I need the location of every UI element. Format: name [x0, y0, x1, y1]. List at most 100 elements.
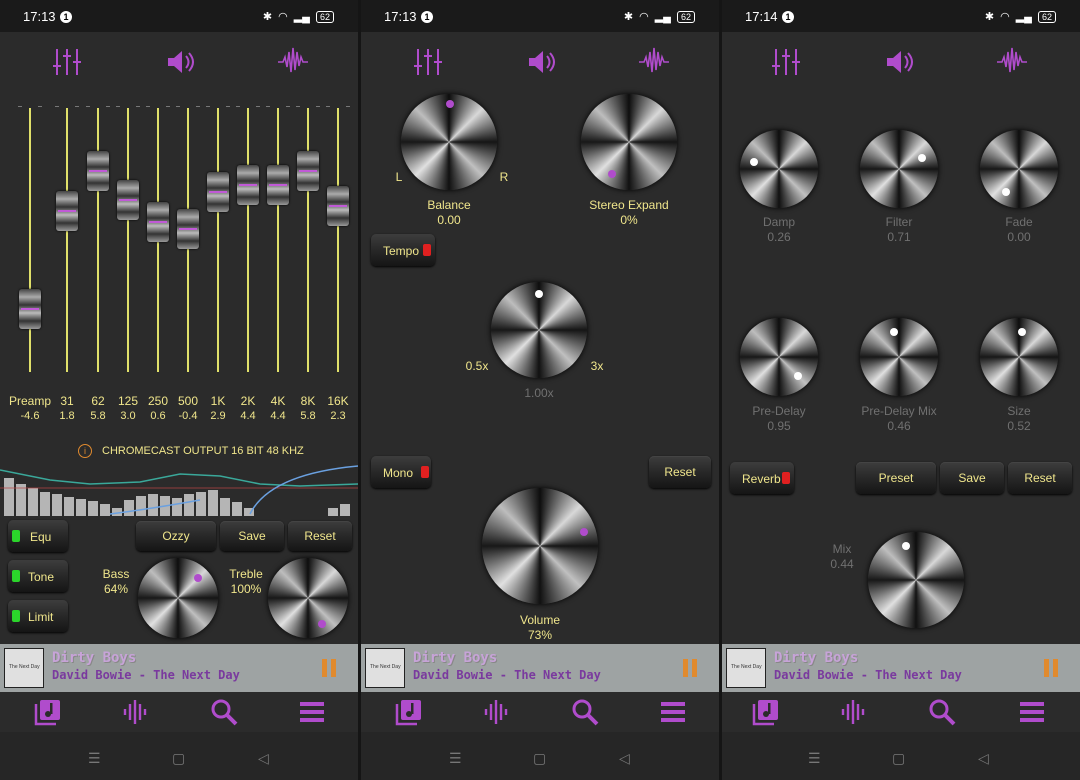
home-icon[interactable]: ▢ — [172, 750, 185, 767]
pre-delay-knob[interactable] — [740, 318, 818, 396]
mini-player[interactable]: The Next Day Dirty Boys David Bowie - Th… — [361, 644, 719, 692]
album-cover[interactable]: The Next Day — [365, 648, 405, 688]
eq-slider-tick — [86, 106, 90, 107]
eq-slider-tick — [236, 106, 240, 107]
search-icon[interactable] — [928, 698, 956, 726]
eq-slider-thumb-6[interactable] — [207, 172, 229, 213]
tempo-label: Tempo — [383, 244, 420, 258]
eq-slider-thumb-5[interactable] — [177, 209, 199, 250]
album-cover[interactable]: The Next Day — [726, 648, 766, 688]
bass-knob[interactable] — [138, 558, 218, 638]
eq-slider-thumb-8[interactable] — [267, 164, 289, 205]
library-icon[interactable] — [752, 698, 780, 726]
eq-slider-track-9[interactable] — [307, 108, 309, 372]
waveform-icon[interactable] — [277, 46, 309, 78]
pause-icon[interactable] — [322, 659, 336, 677]
damp-knob[interactable] — [740, 130, 818, 208]
speaker-icon[interactable] — [883, 46, 915, 78]
pre-delay-mix-knob[interactable] — [860, 318, 938, 396]
back-icon[interactable]: ◁ — [978, 750, 989, 767]
volume-knob[interactable] — [482, 488, 598, 604]
status-time: 17:13 — [23, 9, 56, 24]
album-cover[interactable]: The Next Day — [4, 648, 44, 688]
eq-preset-button[interactable]: Ozzy — [136, 521, 216, 551]
filter-knob[interactable] — [860, 130, 938, 208]
balance-label: Balance — [427, 198, 471, 212]
recents-icon[interactable]: ☰ — [449, 750, 462, 767]
waveform-icon[interactable] — [638, 46, 670, 78]
eq-slider-thumb-7[interactable] — [237, 164, 259, 205]
reverb-toggle[interactable]: Reverb — [730, 462, 794, 494]
battery-icon: 62 — [676, 10, 695, 23]
tempo-knob[interactable] — [491, 282, 587, 378]
library-icon[interactable] — [395, 698, 423, 726]
mini-player[interactable]: The Next Day Dirty Boys David Bowie - Th… — [722, 644, 1080, 692]
treble-knob[interactable] — [268, 558, 348, 638]
menu-icon[interactable] — [1018, 698, 1046, 726]
fade-knob[interactable] — [980, 130, 1058, 208]
eq-slider-thumb-3[interactable] — [117, 180, 139, 221]
size-knob[interactable] — [980, 318, 1058, 396]
eq-slider-thumb-9[interactable] — [297, 151, 319, 192]
balance-knob[interactable] — [401, 94, 497, 190]
equalizer-sliders-icon[interactable] — [51, 46, 83, 78]
recents-icon[interactable]: ☰ — [88, 750, 101, 767]
mini-player[interactable]: The Next Day Dirty Boys David Bowie - Th… — [0, 644, 358, 692]
tempo-toggle[interactable]: Tempo — [371, 234, 435, 266]
sound-reset-button[interactable]: Reset — [649, 456, 711, 488]
eq-slider-tick — [146, 106, 150, 107]
eq-slider-thumb-4[interactable] — [147, 201, 169, 242]
back-icon[interactable]: ◁ — [619, 750, 630, 767]
reverb-preset-button[interactable]: Preset — [856, 462, 936, 494]
eq-reset-button[interactable]: Reset — [288, 521, 352, 551]
bass-value: 64% — [103, 582, 129, 596]
stereo-expand-knob[interactable] — [581, 94, 677, 190]
speaker-icon[interactable] — [525, 46, 557, 78]
pause-icon[interactable] — [683, 659, 697, 677]
eq-slider-tick — [136, 106, 140, 107]
eq-slider-track-1[interactable] — [66, 108, 68, 372]
eq-slider-thumb-1[interactable] — [56, 190, 78, 231]
eq-slider-track-3[interactable] — [127, 108, 129, 372]
reverb-save-button[interactable]: Save — [940, 462, 1004, 494]
eq-slider-thumb-2[interactable] — [87, 151, 109, 192]
status-time: 17:13 — [384, 9, 417, 24]
waveform-icon[interactable] — [996, 46, 1028, 78]
mono-toggle[interactable]: Mono — [371, 456, 431, 488]
visualizer-icon[interactable] — [122, 698, 150, 726]
visualizer-icon[interactable] — [483, 698, 511, 726]
eq-slider-track-8[interactable] — [277, 108, 279, 372]
eq-slider-thumb-0[interactable] — [19, 288, 41, 329]
visualizer-icon[interactable] — [840, 698, 868, 726]
eq-slider-track-6[interactable] — [217, 108, 219, 372]
eq-slider-thumb-10[interactable] — [327, 185, 349, 226]
mix-knob[interactable] — [868, 532, 964, 628]
search-icon[interactable] — [210, 698, 238, 726]
top-nav — [361, 32, 719, 90]
reverb-reset-button[interactable]: Reset — [1008, 462, 1072, 494]
library-icon[interactable] — [34, 698, 62, 726]
equalizer-sliders-icon[interactable] — [770, 46, 802, 78]
eq-slider-track-7[interactable] — [247, 108, 249, 372]
eq-slider-track-10[interactable] — [337, 108, 339, 372]
limit-toggle[interactable]: Limit — [8, 600, 68, 632]
eq-slider-track-0[interactable] — [29, 108, 31, 372]
menu-icon[interactable] — [298, 698, 326, 726]
menu-icon[interactable] — [659, 698, 687, 726]
home-icon[interactable]: ▢ — [533, 750, 546, 767]
eq-slider-track-2[interactable] — [97, 108, 99, 372]
back-icon[interactable]: ◁ — [258, 750, 269, 767]
top-nav — [0, 32, 358, 90]
recents-icon[interactable]: ☰ — [808, 750, 821, 767]
home-icon[interactable]: ▢ — [892, 750, 905, 767]
speaker-icon[interactable] — [164, 46, 196, 78]
equ-toggle[interactable]: Equ — [8, 520, 68, 552]
eq-save-button[interactable]: Save — [220, 521, 284, 551]
equalizer-sliders-icon[interactable] — [412, 46, 444, 78]
tone-toggle[interactable]: Tone — [8, 560, 68, 592]
search-icon[interactable] — [571, 698, 599, 726]
pause-icon[interactable] — [1044, 659, 1058, 677]
tempo-knob-indicator — [535, 290, 543, 298]
bluetooth-icon: ✱ — [984, 11, 995, 23]
bluetooth-icon: ✱ — [262, 11, 273, 23]
